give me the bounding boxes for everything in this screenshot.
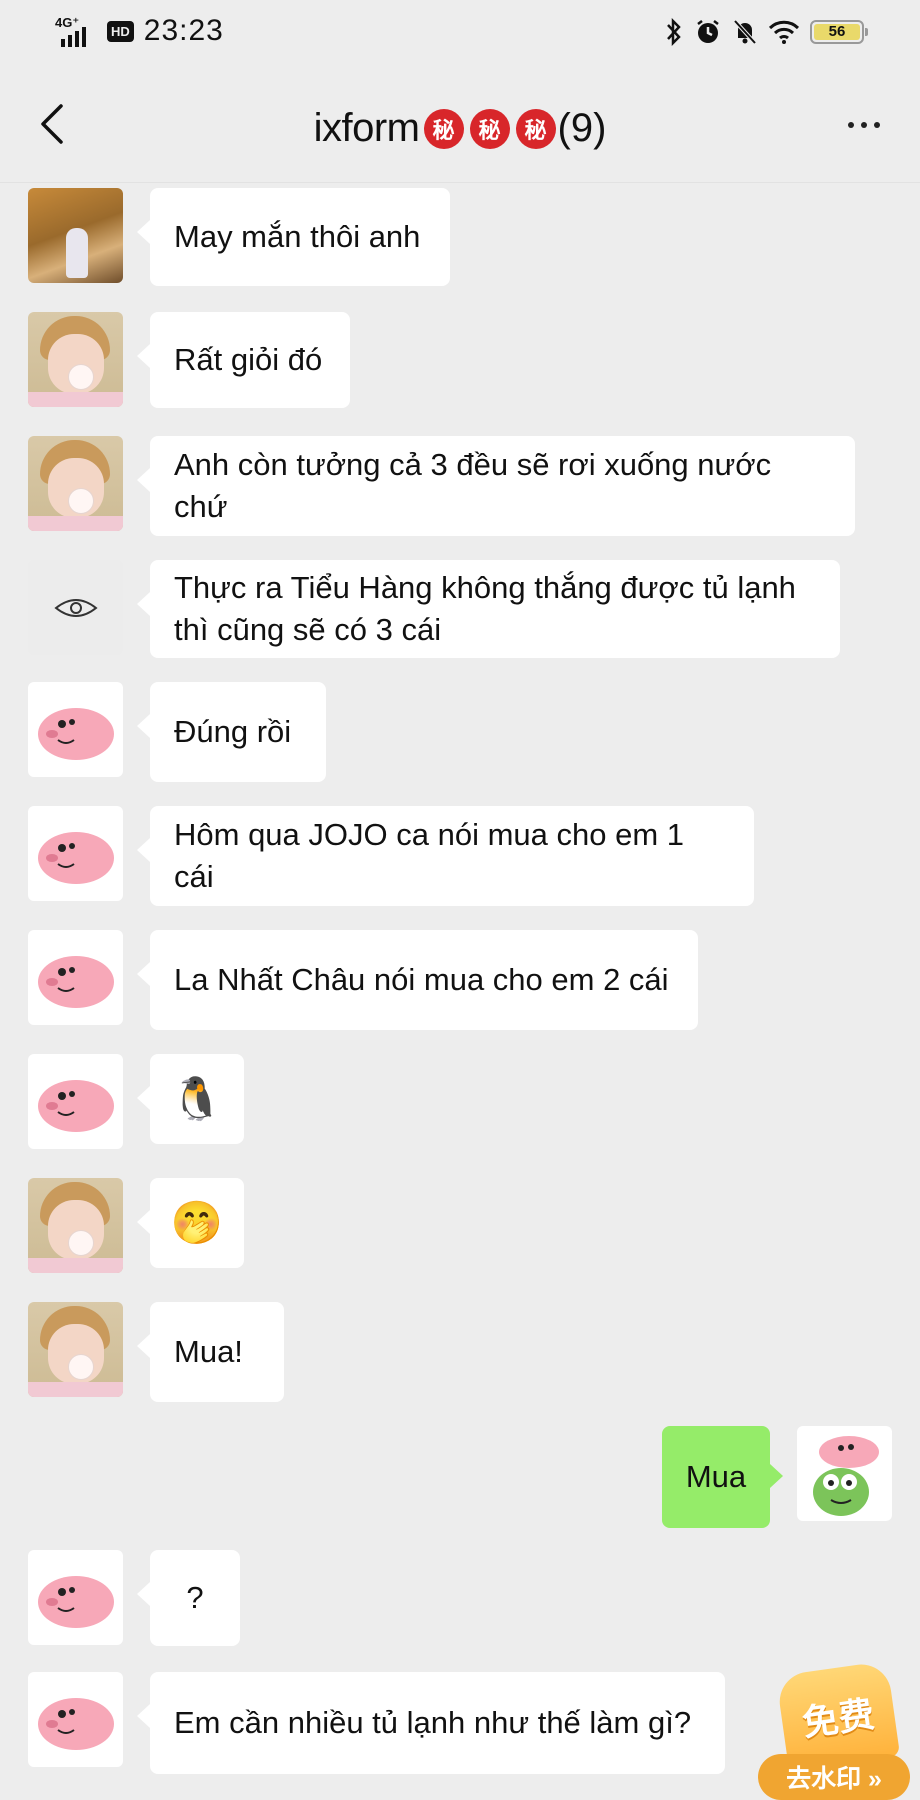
pink-pig-icon — [38, 708, 114, 760]
pig-frog-sticker-icon — [813, 1436, 879, 1516]
message-bubble[interactable]: Mua! — [137, 1302, 284, 1402]
message-text: Rất giỏi đó — [174, 342, 323, 377]
chat-header: ixform 秘 秘 秘 (9) — [0, 66, 920, 183]
more-options-button[interactable] — [848, 122, 880, 128]
message-list[interactable]: May mắn thôi anh Rất giỏi đó Anh còn tưở… — [0, 182, 920, 1800]
avatar[interactable] — [28, 1550, 123, 1645]
avatar[interactable] — [28, 436, 123, 531]
pink-pig-icon — [38, 832, 114, 884]
message-bubble[interactable]: Thực ra Tiểu Hàng không thắng được tủ lạ… — [137, 560, 840, 658]
cellular-signal-icon: 4G⁺ — [55, 15, 97, 47]
message-text: Đúng rồi — [174, 714, 292, 749]
message-text: Anh còn tưởng cả 3 đều sẽ rơi xuống nước… — [174, 447, 772, 524]
message-bubble[interactable]: May mắn thôi anh — [137, 188, 450, 286]
mute-bell-icon — [733, 19, 757, 45]
member-count: (9) — [557, 106, 607, 150]
penguin-emoji: 🐧 — [170, 1075, 224, 1122]
message-bubble[interactable]: 🐧 — [137, 1054, 244, 1144]
message-bubble[interactable]: 🤭 — [137, 1178, 244, 1268]
message-bubble[interactable]: Hôm qua JOJO ca nói mua cho em 1 cái — [137, 806, 754, 906]
pink-pig-icon — [38, 1576, 114, 1628]
battery-level: 56 — [828, 23, 846, 40]
message-text: ? — [186, 1580, 204, 1615]
message-bubble[interactable]: La Nhất Châu nói mua cho em 2 cái — [137, 930, 698, 1030]
status-time: 23:23 — [143, 14, 224, 47]
avatar[interactable] — [28, 1302, 123, 1397]
pink-pig-icon — [38, 1698, 114, 1750]
alarm-icon — [697, 20, 719, 43]
hd-voice-icon: HD — [107, 20, 134, 42]
pink-pig-icon — [38, 956, 114, 1008]
secret-badge: 秘 — [423, 108, 464, 149]
message-text: Mua! — [174, 1334, 243, 1369]
avatar[interactable] — [28, 806, 123, 901]
status-bar: 4G⁺ HD 23:23 56 — [0, 0, 920, 66]
message-bubble[interactable]: Anh còn tưởng cả 3 đều sẽ rơi xuống nước… — [137, 436, 855, 536]
wifi-icon — [768, 20, 800, 44]
promo-top-text: 免费 — [799, 1693, 877, 1744]
message-bubble[interactable]: ? — [137, 1550, 240, 1646]
bluetooth-icon — [667, 18, 681, 46]
message-text: Hôm qua JOJO ca nói mua cho em 1 cái — [174, 817, 685, 894]
avatar[interactable] — [28, 188, 123, 283]
secret-badge: 秘 — [515, 108, 556, 149]
remove-watermark-promo-button[interactable]: 免费 去水印 » — [758, 1660, 910, 1800]
avatar[interactable] — [28, 682, 123, 777]
message-bubble[interactable]: Đúng rồi — [137, 682, 326, 782]
secret-badge: 秘 — [469, 108, 510, 149]
message-text: Mua — [685, 1459, 747, 1494]
message-text: Thực ra Tiểu Hàng không thắng được tủ lạ… — [174, 570, 796, 647]
avatar[interactable] — [28, 1178, 123, 1273]
chat-title: ixform — [313, 106, 420, 150]
avatar[interactable] — [28, 1054, 123, 1149]
eye-drawing-icon — [53, 598, 98, 617]
my-avatar[interactable] — [797, 1426, 892, 1521]
message-text: Em cần nhiều tủ lạnh như thế làm gì? — [174, 1705, 692, 1740]
message-text: La Nhất Châu nói mua cho em 2 cái — [174, 962, 669, 997]
avatar[interactable] — [28, 930, 123, 1025]
message-text: May mắn thôi anh — [174, 219, 421, 254]
promo-bottom-label: 去水印 » — [758, 1754, 910, 1800]
chat-title-area[interactable]: ixform 秘 秘 秘 (9) — [0, 106, 920, 151]
message-bubble[interactable]: Rất giỏi đó — [137, 312, 350, 408]
message-bubble[interactable]: Em cần nhiều tủ lạnh như thế làm gì? — [137, 1672, 725, 1774]
battery-icon: 56 — [810, 20, 868, 44]
avatar[interactable] — [28, 1672, 123, 1767]
pink-pig-icon — [38, 1080, 114, 1132]
face-emoji: 🤭 — [170, 1199, 224, 1246]
message-bubble[interactable]: Mua — [662, 1426, 783, 1528]
avatar[interactable] — [28, 560, 123, 655]
avatar[interactable] — [28, 312, 123, 407]
